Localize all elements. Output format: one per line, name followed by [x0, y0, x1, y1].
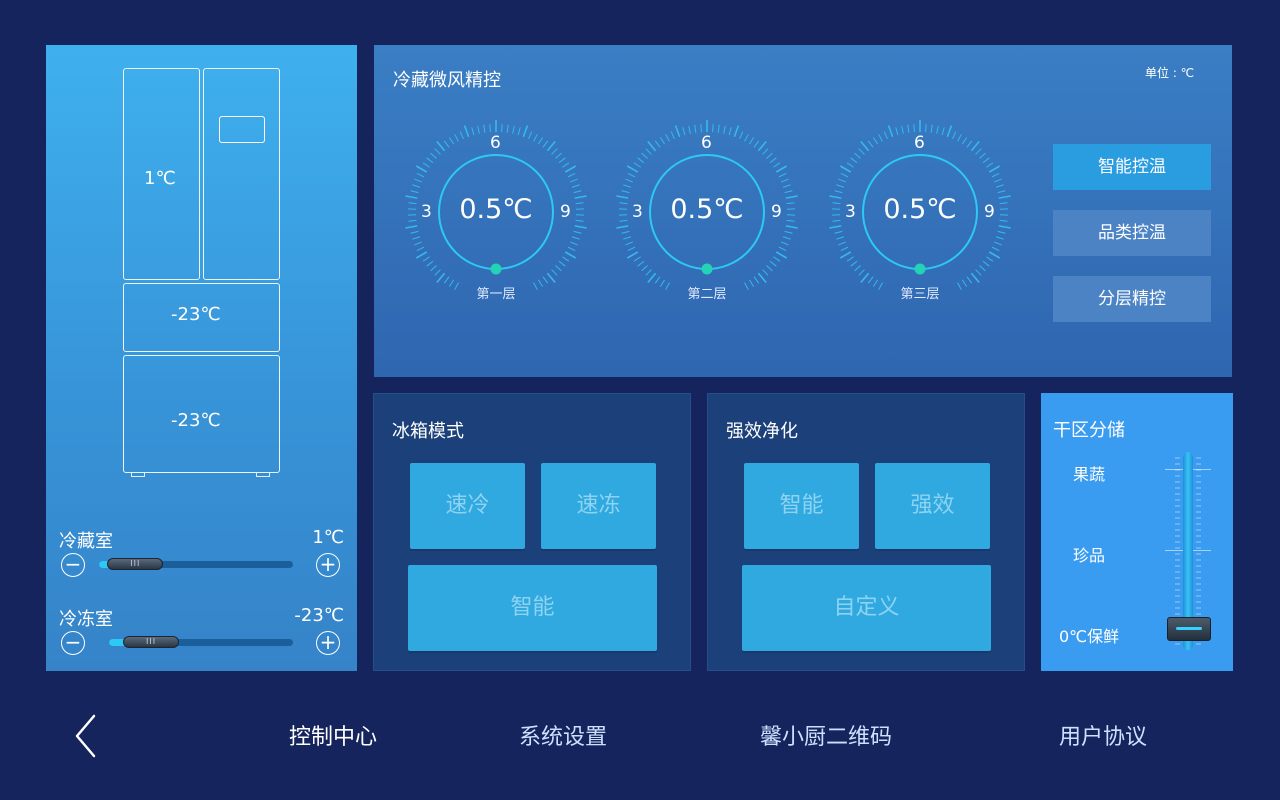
freezer-value: -23℃	[294, 605, 344, 626]
dial-tick-right: 9	[984, 202, 995, 222]
refrigerator-label: 冷藏室	[59, 531, 113, 552]
dial-layer-label: 第一层	[476, 287, 516, 302]
fridge-foot-left	[131, 473, 145, 477]
dial-tick-left: 3	[421, 202, 432, 222]
freezer-slider-track[interactable]: III	[109, 636, 293, 648]
fridge-bottom-drawer[interactable]: -23℃	[123, 355, 280, 473]
dial-tick-top: 6	[490, 133, 501, 153]
custom-purify-button[interactable]: 自定义	[742, 565, 991, 651]
layer-control-button[interactable]: 分层精控	[1053, 276, 1211, 322]
fridge-mode-title: 冰箱模式	[392, 421, 464, 442]
dial-tick-top: 6	[914, 133, 925, 153]
smart-purify-button[interactable]: 智能	[744, 463, 859, 549]
fridge-bottom-drawer-temp: -23℃	[171, 410, 221, 431]
airflow-control-panel: 冷藏微风精控 单位 : ℃ 0.5℃ 6 3 9 第一层 0.5℃ 6 3 9 …	[374, 45, 1232, 377]
refrigerator-slider-thumb[interactable]: III	[107, 558, 164, 570]
quick-cool-button[interactable]: 速冷	[410, 463, 525, 549]
dry-zone-title: 干区分储	[1053, 420, 1125, 441]
purify-title: 强效净化	[726, 421, 798, 442]
freezer-plus-button[interactable]: +	[316, 631, 340, 655]
dial-layer-1[interactable]: 0.5℃ 6 3 9 第一层	[396, 112, 596, 312]
refrigerator-plus-button[interactable]: +	[316, 553, 340, 577]
dry-level-fruit[interactable]: 果蔬	[1073, 461, 1105, 485]
dial-tick-right: 9	[560, 202, 571, 222]
fridge-left-door-temp: 1℃	[144, 168, 176, 189]
airflow-title: 冷藏微风精控	[393, 70, 501, 91]
category-temp-button[interactable]: 品类控温	[1053, 210, 1211, 256]
dial-layer-label: 第三层	[900, 287, 940, 302]
dispenser-icon	[219, 116, 265, 143]
back-arrow-icon[interactable]	[72, 712, 102, 760]
dial-tick-right: 9	[771, 202, 782, 222]
nav-user-agreement[interactable]: 用户协议	[1059, 719, 1147, 751]
nav-system-settings[interactable]: 系统设置	[519, 719, 607, 751]
strong-purify-button[interactable]: 强效	[875, 463, 990, 549]
dry-level-premium[interactable]: 珍品	[1073, 542, 1105, 566]
fridge-mode-panel: 冰箱模式 速冷 速冻 智能	[373, 393, 691, 671]
fridge-panel: 1℃ -23℃ -23℃ 冷藏室 1℃ − III + 冷冻室 -23℃ − I…	[46, 45, 357, 671]
smart-temp-button[interactable]: 智能控温	[1053, 144, 1211, 190]
freezer-label: 冷冻室	[59, 609, 113, 630]
freezer-slider-thumb[interactable]: III	[123, 636, 180, 648]
purify-panel: 强效净化 智能 强效 自定义	[707, 393, 1025, 671]
refrigerator-value: 1℃	[312, 527, 344, 548]
refrigerator-minus-button[interactable]: −	[61, 553, 85, 577]
fridge-middle-drawer-temp: -23℃	[171, 304, 221, 325]
refrigerator-slider-track[interactable]: III	[99, 558, 293, 570]
dial-tick-left: 3	[632, 202, 643, 222]
unit-label: 单位 : ℃	[1145, 66, 1195, 80]
fridge-middle-drawer[interactable]: -23℃	[123, 283, 280, 352]
dial-layer-label: 第二层	[687, 287, 727, 302]
dry-level-zero-fresh[interactable]: 0℃保鲜	[1059, 623, 1119, 647]
freezer-minus-button[interactable]: −	[61, 631, 85, 655]
fridge-foot-right	[256, 473, 270, 477]
fridge-left-door[interactable]: 1℃	[123, 68, 200, 280]
dial-layer-2[interactable]: 0.5℃ 6 3 9 第二层	[607, 112, 807, 312]
fridge-right-door[interactable]	[203, 68, 280, 280]
dry-zone-slider-thumb[interactable]	[1167, 617, 1211, 641]
dial-tick-left: 3	[845, 202, 856, 222]
nav-qr-code[interactable]: 馨小厨二维码	[760, 719, 892, 751]
dial-tick-top: 6	[701, 133, 712, 153]
quick-freeze-button[interactable]: 速冻	[541, 463, 656, 549]
smart-mode-button[interactable]: 智能	[408, 565, 657, 651]
nav-control-center[interactable]: 控制中心	[289, 719, 377, 751]
dial-layer-3[interactable]: 0.5℃ 6 3 9 第三层	[820, 112, 1020, 312]
